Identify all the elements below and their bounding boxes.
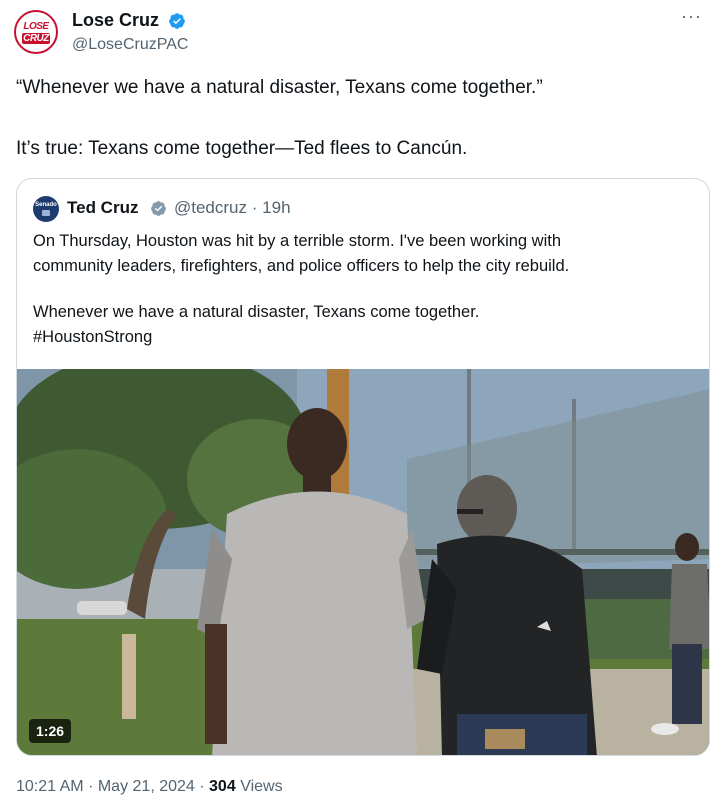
post-time[interactable]: 10:21 AM xyxy=(16,778,84,795)
quoted-author-handle[interactable]: @tedcruz xyxy=(174,198,247,217)
post-date[interactable]: May 21, 2024 xyxy=(98,778,195,795)
quoted-author-name[interactable]: Ted Cruz xyxy=(67,198,138,218)
quoted-avatar-flag-icon xyxy=(42,210,50,216)
post: LOSE CRUZ Lose Cruz @LoseCruzPAC ··· “Wh… xyxy=(0,0,720,810)
views-count: 304 xyxy=(209,778,236,795)
quoted-hashtag[interactable]: #HoustonStrong xyxy=(33,328,152,347)
author-display-name[interactable]: Lose Cruz xyxy=(72,10,159,31)
video-thumbnail xyxy=(17,369,709,755)
avatar-logo-text-bottom: CRUZ xyxy=(22,33,50,44)
quoted-post-age[interactable]: 19h xyxy=(262,198,290,217)
views-label: Views xyxy=(240,778,283,795)
post-text-line-1: “Whenever we have a natural disaster, Te… xyxy=(16,77,543,98)
quoted-text-line-3: Whenever we have a natural disaster, Tex… xyxy=(33,303,480,321)
more-options-icon[interactable]: ··· xyxy=(681,6,702,27)
quoted-author-meta: @tedcruz · 19h xyxy=(174,198,291,218)
author-avatar[interactable]: LOSE CRUZ xyxy=(14,10,58,54)
video-duration-badge: 1:26 xyxy=(29,719,72,743)
video-player[interactable]: 1:26 xyxy=(17,369,709,755)
quoted-author-avatar[interactable]: Senado xyxy=(33,196,59,222)
quoted-text-line-2: community leaders, firefighters, and pol… xyxy=(33,257,570,275)
post-metadata: 10:21 AM · May 21, 2024 · 304 Views xyxy=(16,778,283,796)
meta-separator: · xyxy=(88,778,94,795)
author-handle[interactable]: @LoseCruzPAC xyxy=(72,36,188,54)
post-text-line-2: It’s true: Texans come together—Ted flee… xyxy=(16,138,468,159)
avatar-logo-text-top: LOSE xyxy=(23,21,49,32)
quoted-text-line-1: On Thursday, Houston was hit by a terrib… xyxy=(33,232,562,250)
quoted-avatar-text: Senado xyxy=(35,202,57,208)
verified-badge-icon xyxy=(169,13,185,29)
verified-gray-badge-icon xyxy=(151,201,166,216)
quoted-separator: · xyxy=(251,198,258,217)
quoted-post-card[interactable]: Senado Ted Cruz @tedcruz · 19h On Thursd… xyxy=(16,178,710,756)
meta-separator: · xyxy=(199,778,205,795)
